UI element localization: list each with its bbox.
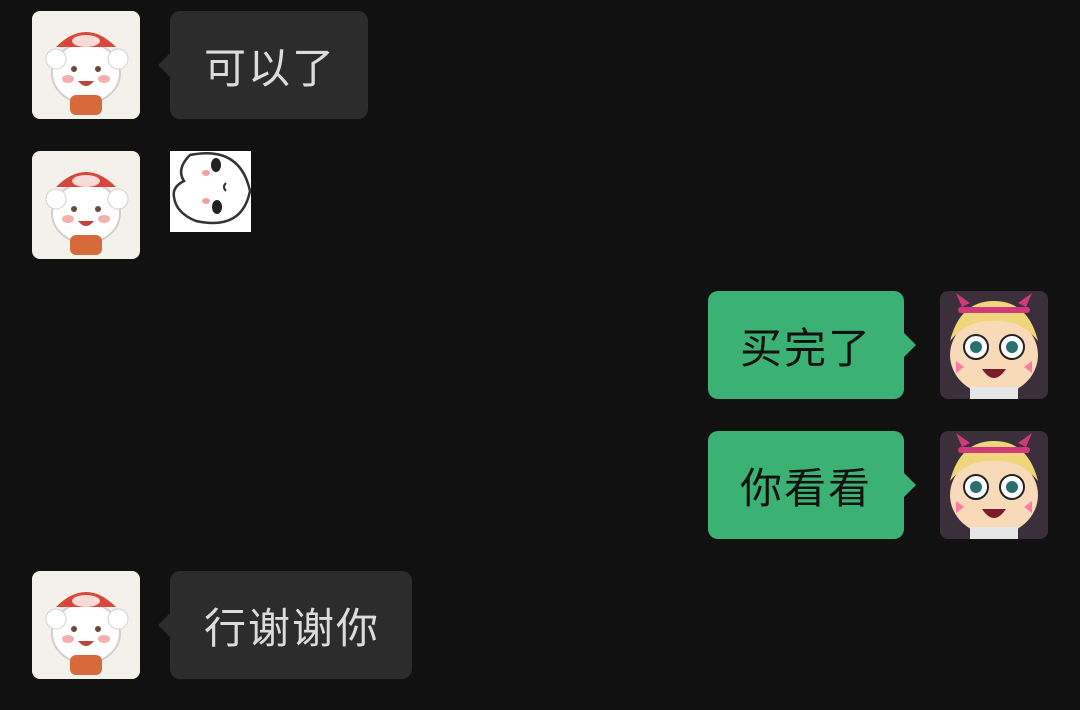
message-text: 可以了 bbox=[204, 43, 337, 93]
star-butterfly-avatar-icon bbox=[940, 431, 1048, 539]
sheep-girl-avatar-icon bbox=[32, 571, 140, 679]
sticker-message[interactable] bbox=[170, 151, 251, 232]
contact-avatar[interactable] bbox=[32, 11, 140, 119]
message-bubble-incoming[interactable]: 可以了 bbox=[157, 11, 369, 119]
sheep-girl-avatar-icon bbox=[32, 151, 140, 259]
star-butterfly-avatar-icon bbox=[940, 291, 1048, 399]
contact-avatar[interactable] bbox=[32, 151, 140, 259]
message-bubble-outgoing[interactable]: 买完了 bbox=[708, 291, 917, 399]
chat-area: 可以了 买完了 你看看 行谢谢你 bbox=[0, 0, 1080, 710]
message-text: 买完了 bbox=[740, 323, 873, 373]
message-text: 行谢谢你 bbox=[204, 603, 381, 653]
message-text: 你看看 bbox=[740, 463, 873, 513]
peeking-face-sticker bbox=[170, 151, 251, 232]
message-bubble-incoming[interactable]: 行谢谢你 bbox=[157, 571, 413, 679]
sheep-girl-avatar-icon bbox=[32, 11, 140, 119]
my-avatar[interactable] bbox=[940, 291, 1048, 399]
message-bubble-outgoing[interactable]: 你看看 bbox=[708, 431, 917, 539]
contact-avatar[interactable] bbox=[32, 571, 140, 679]
my-avatar[interactable] bbox=[940, 431, 1048, 539]
